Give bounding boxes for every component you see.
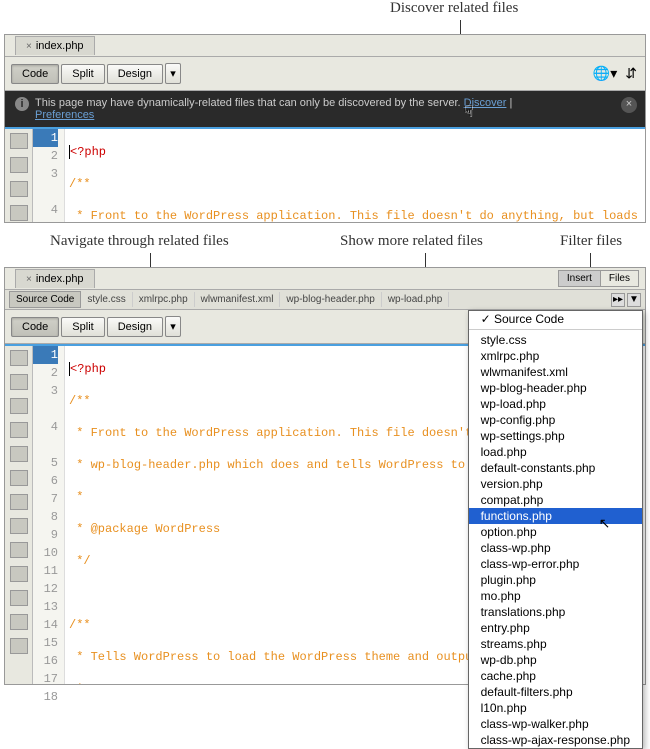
annotation-discover: Discover related files	[390, 0, 518, 17]
related-file[interactable]: wlwmanifest.xml	[195, 292, 281, 307]
annotation-navigate: Navigate through related files	[50, 233, 229, 250]
sync-icon[interactable]: ⇵	[625, 65, 637, 82]
menu-item-source[interactable]: Source Code	[469, 311, 642, 327]
code-toolbar	[5, 346, 33, 684]
tool-icon[interactable]	[10, 470, 28, 486]
tool-icon[interactable]	[10, 446, 28, 462]
line-gutter: 123 4 56 78910 11121314 15161718	[33, 346, 65, 684]
filter-files-button[interactable]: ▼	[627, 293, 641, 307]
menu-item[interactable]: wp-db.php	[469, 652, 642, 668]
tool-icon[interactable]	[10, 638, 28, 654]
tool-icon[interactable]	[10, 157, 28, 173]
close-icon[interactable]: ×	[26, 41, 32, 52]
menu-item[interactable]: class-wp-error.php	[469, 556, 642, 572]
top-panel: × index.php Code Split Design ▾ 🌐▾ ⇵ i T…	[4, 34, 646, 223]
panel-tab-files[interactable]: Files	[601, 271, 638, 286]
menu-item[interactable]: mo.php	[469, 588, 642, 604]
view-toolbar: Code Split Design ▾ 🌐▾ ⇵	[5, 57, 645, 91]
code-view-button[interactable]: Code	[11, 317, 59, 337]
related-file[interactable]: wp-blog-header.php	[280, 292, 381, 307]
code-area[interactable]: <?php /** * Front to the WordPress appli…	[65, 129, 645, 222]
menu-item[interactable]: version.php	[469, 476, 642, 492]
split-view-button[interactable]: Split	[61, 64, 104, 84]
line-gutter: 1 2 3 4	[33, 129, 65, 222]
discover-notice: i This page may have dynamically-related…	[5, 91, 645, 127]
design-view-button[interactable]: Design	[107, 317, 163, 337]
tool-icon[interactable]	[10, 542, 28, 558]
menu-item[interactable]: wp-blog-header.php	[469, 380, 642, 396]
tool-icon[interactable]	[10, 518, 28, 534]
tool-icon[interactable]	[10, 614, 28, 630]
tool-icon[interactable]	[10, 566, 28, 582]
tool-icon[interactable]	[10, 350, 28, 366]
menu-item[interactable]: wp-config.php	[469, 412, 642, 428]
more-files-button[interactable]: ▸▸	[611, 293, 625, 307]
close-icon[interactable]: ×	[26, 274, 32, 285]
document-tabbar: × index.php Insert Files	[5, 268, 645, 290]
split-view-button[interactable]: Split	[61, 317, 104, 337]
tool-icon[interactable]	[10, 494, 28, 510]
menu-item[interactable]: default-filters.php	[469, 684, 642, 700]
menu-item[interactable]: streams.php	[469, 636, 642, 652]
menu-item[interactable]: compat.php	[469, 492, 642, 508]
tool-icon[interactable]	[10, 133, 28, 149]
source-code-button[interactable]: Source Code	[9, 291, 81, 308]
info-icon: i	[15, 97, 29, 111]
code-view-button[interactable]: Code	[11, 64, 59, 84]
annotation-filter: Filter files	[560, 233, 622, 250]
menu-item[interactable]: option.php	[469, 524, 642, 540]
design-view-button[interactable]: Design	[107, 64, 163, 84]
document-tab[interactable]: × index.php	[15, 36, 95, 55]
related-file[interactable]: wp-load.php	[382, 292, 449, 307]
tool-icon[interactable]	[10, 398, 28, 414]
menu-item[interactable]: default-constants.php	[469, 460, 642, 476]
bottom-panel: × index.php Insert Files Source Code sty…	[4, 267, 646, 685]
menu-item[interactable]: class-wp.php	[469, 540, 642, 556]
tool-icon[interactable]	[10, 205, 28, 221]
menu-item[interactable]: wlwmanifest.xml	[469, 364, 642, 380]
menu-item[interactable]: l10n.php	[469, 700, 642, 716]
related-file[interactable]: xmlrpc.php	[133, 292, 195, 307]
tab-label: index.php	[36, 273, 84, 285]
tab-label: index.php	[36, 40, 84, 52]
notice-text: This page may have dynamically-related f…	[35, 97, 461, 109]
code-editor: 1 2 3 4 <?php /** * Front to the WordPre…	[5, 127, 645, 222]
menu-item[interactable]: style.css	[469, 332, 642, 348]
menu-item[interactable]: load.php	[469, 444, 642, 460]
menu-item[interactable]: cache.php	[469, 668, 642, 684]
menu-item[interactable]: entry.php	[469, 620, 642, 636]
related-files-bar: Source Code style.css xmlrpc.php wlwmani…	[5, 290, 645, 310]
tool-icon[interactable]	[10, 374, 28, 390]
preferences-link[interactable]: Preferences	[35, 109, 94, 121]
menu-item[interactable]: functions.php	[469, 508, 642, 524]
menu-item[interactable]: class-wp-walker.php	[469, 716, 642, 732]
menu-item[interactable]: wp-load.php	[469, 396, 642, 412]
line-number: 1	[33, 129, 58, 147]
globe-icon[interactable]: 🌐▾	[593, 65, 617, 82]
menu-item[interactable]: translations.php	[469, 604, 642, 620]
discover-link[interactable]: Discover	[464, 97, 507, 109]
code-toolbar	[5, 129, 33, 222]
view-dropdown-button[interactable]: ▾	[165, 316, 181, 337]
view-dropdown-button[interactable]: ▾	[165, 63, 181, 84]
panel-tab-insert[interactable]: Insert	[559, 271, 601, 286]
related-file[interactable]: style.css	[81, 292, 132, 307]
tool-icon[interactable]	[10, 590, 28, 606]
menu-item[interactable]: xmlrpc.php	[469, 348, 642, 364]
menu-item[interactable]: class-wp-ajax-response.php	[469, 732, 642, 748]
close-notice-button[interactable]: ×	[621, 97, 637, 113]
annotation-showmore: Show more related files	[340, 233, 483, 250]
tool-icon[interactable]	[10, 422, 28, 438]
document-tabbar: × index.php	[5, 35, 645, 57]
menu-item[interactable]: wp-settings.php	[469, 428, 642, 444]
tool-icon[interactable]	[10, 181, 28, 197]
related-files-dropdown[interactable]: Source Code style.cssxmlrpc.phpwlwmanife…	[468, 310, 643, 749]
document-tab[interactable]: × index.php	[15, 269, 95, 288]
menu-item[interactable]: plugin.php	[469, 572, 642, 588]
